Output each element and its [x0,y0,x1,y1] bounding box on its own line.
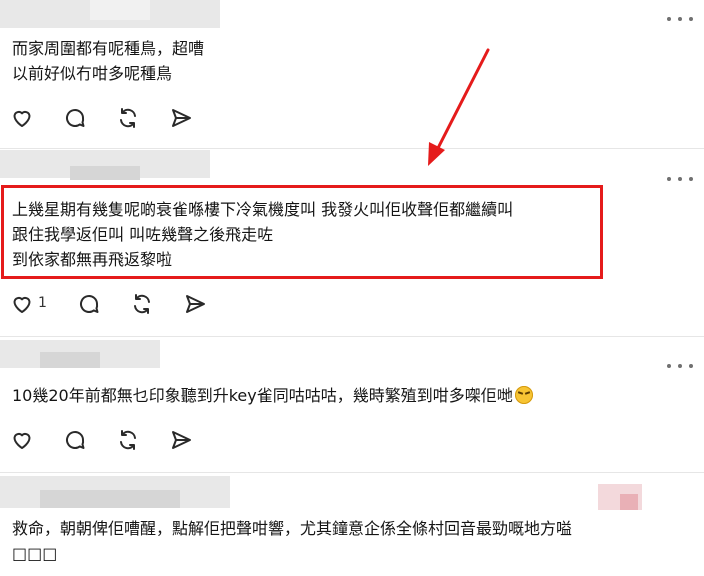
heart-icon [13,432,31,449]
post-text: 上幾星期有幾隻呢啲衰雀喺樓下冷氣機度叫 我發火叫佢收聲佢都繼續叫 跟住我學返佢叫… [12,197,513,272]
comment-icon [80,295,99,313]
action-bar [10,106,210,130]
dot-icon [667,17,671,21]
comment-icon [66,431,85,449]
dot-icon [689,177,693,181]
like-count: 1 [38,295,47,311]
post-text: 10幾20年前都無乜印象聽到升key雀同咕咕咕，幾時繁殖到咁多㗎佢哋 [12,383,533,408]
post-text-line: □□□ [12,544,58,563]
action-bar [10,428,210,452]
dot-icon [678,364,682,368]
repost-button[interactable] [130,292,154,316]
more-options-button[interactable] [667,14,693,24]
post-text-line: 救命，朝朝俾佢嘈醒，點解佢把聲咁響，尤其鐘意企係全條村回音最勁嘅地方嗌 [12,519,573,538]
laughing-face-icon [514,386,533,404]
dot-icon [689,17,693,21]
repost-button[interactable] [116,106,140,130]
divider [0,472,704,473]
reply-button[interactable] [63,428,87,452]
share-button[interactable] [169,106,193,130]
action-bar: 1 [10,292,210,316]
post-text-line: 以前好似冇咁多呢種鳥 [12,64,173,83]
repost-icon [120,430,136,450]
post-text-line: 到依家都無再飛返黎啦 [12,250,173,269]
repost-icon [134,294,150,314]
post-text-line: 而家周圍都有呢種鳥，超嘈 [12,39,205,58]
send-icon [186,295,205,313]
repost-icon [120,108,136,128]
dot-icon [667,177,671,181]
repost-button[interactable] [116,428,140,452]
send-icon [172,431,191,449]
dot-icon [689,364,693,368]
send-icon [172,109,191,127]
like-button[interactable] [10,292,34,316]
dot-icon [678,177,682,181]
post-text-line: 跟住我學返佢叫 叫咗幾聲之後飛走咗 [12,225,274,244]
divider [0,148,704,149]
share-button[interactable] [169,428,193,452]
post-text-line: 10幾20年前都無乜印象聽到升key雀同咕咕咕，幾時繁殖到咁多㗎佢哋 [12,383,533,408]
post-text: 而家周圍都有呢種鳥，超嘈 以前好似冇咁多呢種鳥 [12,36,204,86]
divider [0,336,704,337]
post-text-content: 10幾20年前都無乜印象聽到升key雀同咕咕咕，幾時繁殖到咁多㗎佢哋 [12,386,513,405]
post-text: 救命，朝朝俾佢嘈醒，點解佢把聲咁響，尤其鐘意企係全條村回音最勁嘅地方嗌 □□□ [12,516,572,566]
more-options-button[interactable] [667,361,693,371]
heart-icon [13,110,31,127]
share-button[interactable] [183,292,207,316]
like-button[interactable] [10,106,34,130]
like-button[interactable] [10,428,34,452]
comment-icon [66,109,85,127]
reply-button[interactable] [77,292,101,316]
reply-button[interactable] [63,106,87,130]
more-options-button[interactable] [667,174,693,184]
dot-icon [678,17,682,21]
heart-icon [13,296,31,313]
post-text-line: 上幾星期有幾隻呢啲衰雀喺樓下冷氣機度叫 我發火叫佢收聲佢都繼續叫 [12,200,514,219]
dot-icon [667,364,671,368]
